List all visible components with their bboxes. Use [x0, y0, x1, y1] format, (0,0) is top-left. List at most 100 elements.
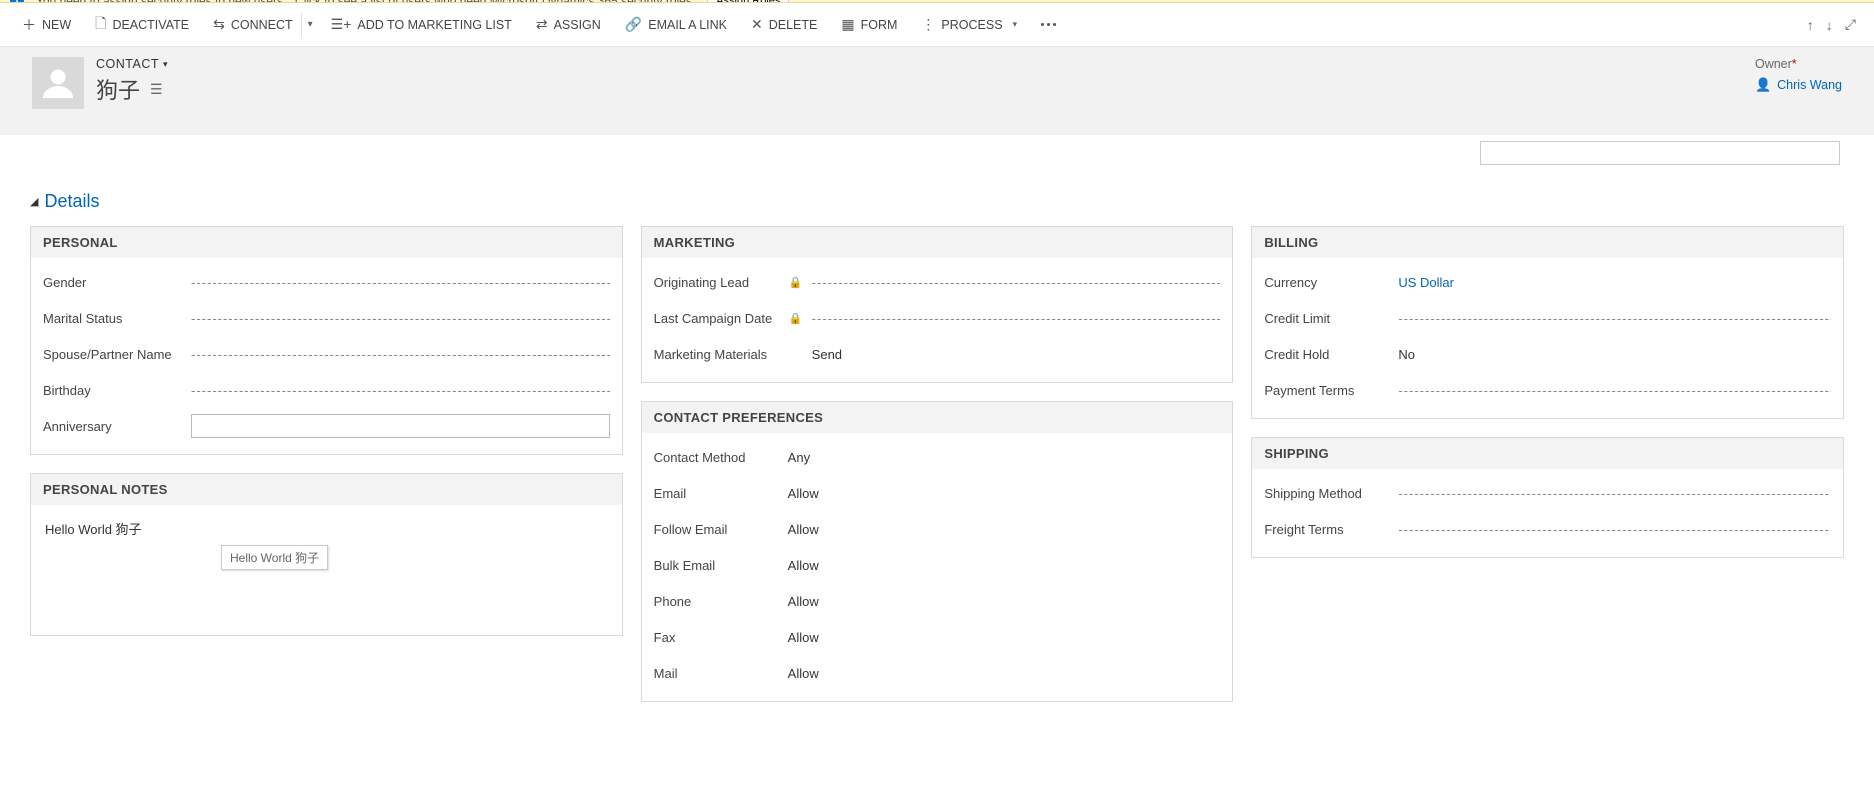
owner-value-text: Chris Wang: [1777, 78, 1842, 92]
last-campaign-label: Last Campaign Date: [654, 311, 780, 326]
delete-button[interactable]: ✕DELETE: [739, 3, 829, 47]
pref-fax-value[interactable]: Allow: [788, 630, 1221, 645]
header-float-input[interactable]: [1480, 141, 1840, 165]
marital-status-value[interactable]: ----------------------------------------…: [191, 311, 610, 326]
freight-terms-value[interactable]: ----------------------------------------…: [1398, 522, 1831, 537]
list-icon[interactable]: ☰: [150, 81, 163, 98]
form-button[interactable]: ▦FORM: [829, 3, 909, 47]
deactivate-button-label: DEACTIVATE: [112, 18, 189, 32]
process-icon: ⋮: [921, 16, 935, 33]
birthday-value[interactable]: ----------------------------------------…: [191, 383, 610, 398]
connect-split[interactable]: ▾: [301, 13, 319, 37]
assign-button-label: ASSIGN: [554, 18, 601, 32]
connect-button-label: CONNECT: [231, 18, 293, 32]
entity-selector-label: CONTACT: [96, 57, 159, 71]
personal-panel-header: PERSONAL: [31, 227, 622, 258]
credit-hold-label: Credit Hold: [1264, 347, 1390, 362]
shipping-method-value[interactable]: ----------------------------------------…: [1398, 486, 1831, 501]
deactivate-button[interactable]: 🗋 DEACTIVATE: [83, 3, 201, 47]
deactivate-icon: 🗋: [95, 13, 106, 37]
connect-button[interactable]: ⇆ CONNECT: [201, 3, 305, 47]
pref-phone-label: Phone: [654, 594, 780, 609]
currency-label: Currency: [1264, 275, 1390, 290]
email-link-label: EMAIL A LINK: [648, 18, 727, 32]
entity-selector[interactable]: CONTACT: [96, 57, 168, 71]
pref-email-value[interactable]: Allow: [788, 486, 1221, 501]
lock-icon: 🔒: [788, 312, 804, 325]
originating-lead-value: ----------------------------------------…: [812, 275, 1221, 290]
pref-email-label: Email: [654, 486, 780, 501]
owner-value[interactable]: 👤 Chris Wang: [1755, 77, 1842, 93]
ellipsis-icon: [1041, 23, 1056, 26]
details-section-title-text: Details: [44, 191, 99, 212]
add-to-marketing-button[interactable]: ☰+ ADD TO MARKETING LIST: [319, 3, 524, 47]
assign-button[interactable]: ⇄ ASSIGN: [524, 3, 613, 47]
last-campaign-value: ----------------------------------------…: [812, 311, 1221, 326]
freight-terms-label: Freight Terms: [1264, 522, 1390, 537]
shipping-panel-header: SHIPPING: [1252, 438, 1843, 469]
marketing-list-icon: ☰+: [331, 16, 352, 33]
add-to-marketing-label: ADD TO MARKETING LIST: [357, 18, 511, 32]
contact-method-value[interactable]: Any: [788, 450, 1221, 465]
plus-icon: ＋: [22, 15, 36, 35]
pref-bulk-email-value[interactable]: Allow: [788, 558, 1221, 573]
credit-limit-value[interactable]: ----------------------------------------…: [1398, 311, 1831, 326]
payment-terms-label: Payment Terms: [1264, 383, 1390, 398]
form-body: ◢ Details PERSONAL Gender --------------…: [0, 135, 1874, 760]
email-link-icon: 🔗: [625, 16, 642, 33]
personal-notes-tooltip: Hello World 狗子: [221, 545, 328, 570]
personal-notes-panel: PERSONAL NOTES Hello World 狗子 Hello Worl…: [30, 473, 623, 636]
credit-limit-label: Credit Limit: [1264, 311, 1390, 326]
marketing-panel: MARKETING Originating Lead 🔒 -----------…: [641, 226, 1234, 383]
nav-down-icon[interactable]: ↓: [1826, 17, 1833, 33]
birthday-label: Birthday: [43, 383, 183, 398]
marketing-materials-label: Marketing Materials: [654, 347, 780, 362]
pref-follow-email-label: Follow Email: [654, 522, 780, 537]
currency-value[interactable]: US Dollar: [1398, 275, 1831, 290]
details-section-title[interactable]: ◢ Details: [30, 165, 1844, 212]
credit-hold-value[interactable]: No: [1398, 347, 1831, 362]
marital-status-label: Marital Status: [43, 311, 183, 326]
gender-value[interactable]: ----------------------------------------…: [191, 275, 610, 290]
anniversary-label: Anniversary: [43, 419, 183, 434]
new-button-label: NEW: [42, 18, 71, 32]
personal-notes-text: Hello World 狗子: [45, 522, 142, 537]
gender-label: Gender: [43, 275, 183, 290]
popout-icon[interactable]: ⤢: [1845, 16, 1856, 33]
spouse-label: Spouse/Partner Name: [43, 347, 183, 362]
nav-up-icon[interactable]: ↑: [1807, 17, 1814, 33]
pref-mail-label: Mail: [654, 666, 780, 681]
new-button[interactable]: ＋ NEW: [10, 3, 83, 47]
more-commands-button[interactable]: [1029, 3, 1068, 47]
delete-icon: ✕: [751, 16, 763, 33]
process-button-label: PROCESS: [941, 18, 1002, 32]
avatar: [32, 57, 84, 109]
billing-panel: BILLING Currency US Dollar Credit Limit …: [1251, 226, 1844, 419]
contact-method-label: Contact Method: [654, 450, 780, 465]
personal-notes-body[interactable]: Hello World 狗子 Hello World 狗子: [31, 505, 622, 635]
process-button[interactable]: ⋮ PROCESS: [909, 3, 1029, 47]
email-link-button[interactable]: 🔗 EMAIL A LINK: [613, 3, 739, 47]
connect-icon: ⇆: [213, 16, 225, 33]
pref-phone-value[interactable]: Allow: [788, 594, 1221, 609]
person-icon: [40, 65, 76, 101]
user-icon: 👤: [1755, 77, 1771, 93]
pref-bulk-email-label: Bulk Email: [654, 558, 780, 573]
chevron-down-icon: ◢: [30, 195, 38, 208]
lock-icon: 🔒: [788, 276, 804, 289]
personal-panel: PERSONAL Gender ------------------------…: [30, 226, 623, 455]
anniversary-input[interactable]: [191, 414, 610, 438]
form-button-label: FORM: [861, 18, 898, 32]
shipping-panel: SHIPPING Shipping Method ---------------…: [1251, 437, 1844, 558]
pref-mail-value[interactable]: Allow: [788, 666, 1221, 681]
marketing-panel-header: MARKETING: [642, 227, 1233, 258]
assign-icon: ⇄: [536, 16, 548, 33]
contact-preferences-panel: CONTACT PREFERENCES Contact Method Any E…: [641, 401, 1234, 702]
payment-terms-value[interactable]: ----------------------------------------…: [1398, 383, 1831, 398]
pref-follow-email-value[interactable]: Allow: [788, 522, 1221, 537]
personal-notes-header: PERSONAL NOTES: [31, 474, 622, 505]
marketing-materials-value[interactable]: Send: [812, 347, 1221, 362]
billing-panel-header: BILLING: [1252, 227, 1843, 258]
record-name: 狗子 ☰: [96, 73, 168, 105]
spouse-value[interactable]: ----------------------------------------…: [191, 347, 610, 362]
